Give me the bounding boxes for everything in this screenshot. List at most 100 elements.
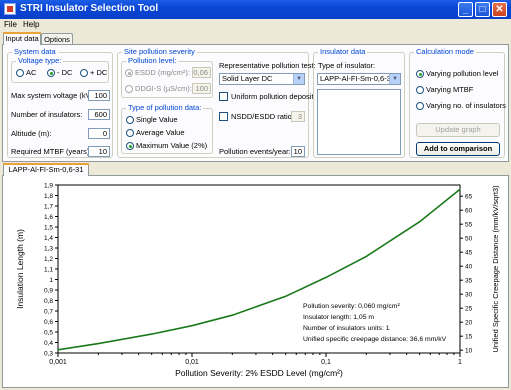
calculation-mode-title: Calculation mode <box>414 47 476 56</box>
y2-tick-label: 50 <box>465 236 473 243</box>
y-tick-label: 0,3 <box>44 351 53 358</box>
pollution-level-group: Pollution level: ESDD (mg/cm²): 0,06 DDG… <box>121 56 213 98</box>
tab-chart-insulator[interactable]: LAPP-Al-FI-Sm-0,6-31 <box>3 163 89 176</box>
rep-test-label: Representative pollution test: <box>219 61 316 70</box>
data-point <box>419 221 421 223</box>
chart-panel: 0,001 0,01 0,1 1 0,3 0,4 0,5 0,6 0,7 0,8 0,9 1 1,1 1,… <box>2 175 509 388</box>
x-tick-label: 0,1 <box>321 359 331 366</box>
y-tick-label: 1,8 <box>44 193 53 200</box>
varying-pollution-label: Varying pollution level <box>426 69 499 78</box>
y-tick-label: 0,4 <box>44 340 53 347</box>
title-bar: STRI Insulator Selection Tool _ □ ✕ <box>0 0 511 19</box>
rep-test-value: Solid Layer DC <box>222 74 273 83</box>
insulation-length-chart: 0,001 0,01 0,1 1 0,3 0,4 0,5 0,6 0,7 0,8 0,9 1 1,1 1,… <box>15 183 500 379</box>
data-point <box>285 295 287 297</box>
y-tick-label: 1,1 <box>44 267 53 274</box>
varying-mtbf-label: Varying MTBF <box>426 85 474 94</box>
insulator-type-select[interactable]: LAPP-Al-FI-Sm-0,6-31 ▼ <box>317 73 401 85</box>
y2-tick-label: 65 <box>465 194 473 201</box>
pollution-level-title: Pollution level: <box>126 56 179 65</box>
varying-insulators-radio[interactable] <box>416 102 424 110</box>
y2-tick-label: 55 <box>465 222 473 229</box>
data-point <box>97 342 99 345</box>
insulator-list[interactable] <box>317 89 401 155</box>
maximum-value-label: Maximum Value (2%) <box>136 141 208 150</box>
y2-tick-label: 30 <box>465 292 473 299</box>
y2-axis-label: Unified Specific Creepage Distance (mm/k… <box>491 185 500 353</box>
nsdd-checkbox[interactable] <box>219 112 228 121</box>
y2-tick-label: 60 <box>465 208 473 215</box>
single-value-label: Single Value <box>136 115 178 124</box>
voltage-ac-radio[interactable] <box>16 69 24 77</box>
pollution-data-type-group: Type of pollution data: Single Value Ave… <box>121 103 213 154</box>
data-point <box>365 255 367 257</box>
annotation-line: Pollution severity: 0,060 mg/cm² <box>303 303 400 310</box>
y2-tick-label: 40 <box>465 264 473 271</box>
varying-mtbf-radio[interactable] <box>416 86 424 94</box>
annotation-line: Number of insulators units: 1 <box>303 325 390 332</box>
voltage-minus-dc-label: - DC <box>57 68 73 77</box>
nsdd-field[interactable]: 3 <box>291 111 305 122</box>
insulator-data-group: Insulator data Type of insulator: LAPP-A… <box>313 47 405 158</box>
menu-help[interactable]: Help <box>23 20 39 29</box>
y-tick-label: 1,5 <box>44 225 53 232</box>
series-line <box>57 188 461 351</box>
y2-tick-label: 20 <box>465 320 473 327</box>
events-label: Pollution events/year: <box>219 147 291 156</box>
site-pollution-title: Site pollution severity <box>122 47 197 56</box>
y2-tick-label: 25 <box>465 306 473 313</box>
varying-pollution-radio[interactable] <box>416 70 424 78</box>
chevron-down-icon: ▼ <box>293 74 304 84</box>
nsdd-label: NSDD/ESDD ratio: <box>231 112 294 121</box>
minimize-button[interactable]: _ <box>458 2 473 17</box>
y-axis-label: Insulation Length (m) <box>15 229 25 309</box>
close-button[interactable]: ✕ <box>492 2 507 17</box>
data-point <box>231 314 233 316</box>
maximum-value-radio[interactable] <box>126 142 134 150</box>
voltage-minus-dc-radio[interactable] <box>47 69 55 77</box>
y2-tick-label: 15 <box>465 334 473 341</box>
system-data-group: System data Voltage type: AC - DC + DC M… <box>7 47 113 158</box>
mtbf-label: Required MTBF (years): <box>11 147 92 156</box>
ddgis-radio[interactable] <box>125 85 133 93</box>
menu-file[interactable]: File <box>4 20 17 29</box>
tab-input-data[interactable]: Input data <box>3 32 41 45</box>
insulator-type-label: Type of insulator: <box>318 61 376 70</box>
voltage-plus-dc-radio[interactable] <box>80 69 88 77</box>
calculation-mode-group: Calculation mode Varying pollution level… <box>409 47 506 158</box>
y-tick-label: 1 <box>49 277 53 284</box>
menu-bar: File Help <box>0 19 511 32</box>
y-tick-label: 0,9 <box>44 288 53 295</box>
rep-test-select[interactable]: Solid Layer DC ▼ <box>219 73 305 85</box>
x-tick-label: 1 <box>458 359 462 366</box>
altitude-field[interactable]: 0 <box>88 128 110 139</box>
max-voltage-field[interactable]: 100 <box>88 90 110 101</box>
add-to-comparison-button[interactable]: Add to comparison <box>416 142 500 156</box>
y-tick-label: 1,7 <box>44 204 53 211</box>
average-value-radio[interactable] <box>126 129 134 137</box>
maximize-button[interactable]: □ <box>475 2 490 17</box>
chevron-down-icon: ▼ <box>389 74 400 84</box>
uniform-deposit-label: Uniform pollution deposit <box>231 92 314 101</box>
mtbf-field[interactable]: 10 <box>88 146 110 157</box>
plot-frame <box>57 184 461 354</box>
ddgis-field[interactable]: 100 <box>192 83 211 94</box>
y-tick-label: 1,4 <box>44 235 53 242</box>
update-graph-button[interactable]: Update graph <box>416 123 500 137</box>
y-tick-label: 0,6 <box>44 319 53 326</box>
x-axis-label: Pollution Severity: 2% ESDD Level (mg/cm… <box>175 368 343 378</box>
voltage-type-group: Voltage type: AC - DC + DC <box>11 56 109 83</box>
site-pollution-group: Site pollution severity Pollution level:… <box>117 47 316 158</box>
esdd-radio[interactable] <box>125 69 133 77</box>
uniform-deposit-checkbox[interactable] <box>219 92 228 101</box>
events-field[interactable]: 10 <box>291 146 305 157</box>
y-tick-label: 0,5 <box>44 330 53 337</box>
insulator-type-value: LAPP-Al-FI-Sm-0,6-31 <box>320 74 396 83</box>
y2-tick-label: 35 <box>465 278 473 285</box>
num-insulators-field[interactable]: 600 <box>88 109 110 120</box>
y-tick-label: 1,6 <box>44 214 53 221</box>
esdd-field[interactable]: 0,06 <box>192 67 211 78</box>
voltage-plus-dc-label: + DC <box>90 68 108 77</box>
altitude-label: Altitude (m): <box>11 129 52 138</box>
single-value-radio[interactable] <box>126 116 134 124</box>
